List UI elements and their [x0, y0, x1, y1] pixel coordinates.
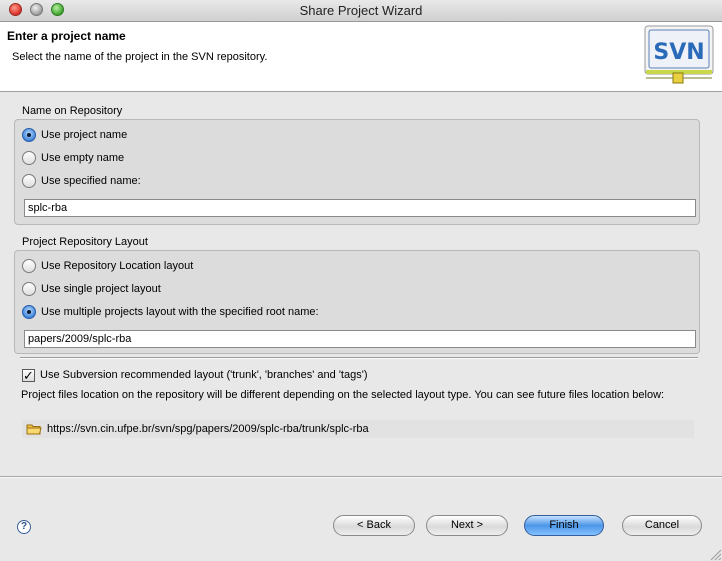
- location-path-text: https://svn.cin.ufpe.br/svn/spg/papers/2…: [47, 423, 369, 435]
- layout-separator: [20, 357, 698, 359]
- name-on-repository-label: Name on Repository: [22, 105, 123, 117]
- button-bar-separator: [0, 476, 722, 478]
- cancel-button[interactable]: Cancel: [622, 515, 702, 536]
- radio-button[interactable]: [22, 282, 36, 296]
- radio-button-selected[interactable]: [22, 305, 36, 319]
- radio-use-repository-location-layout[interactable]: Use Repository Location layout: [22, 258, 193, 274]
- radio-use-specified-name[interactable]: Use specified name:: [22, 173, 141, 189]
- svn-logo-icon: SVN: [644, 25, 714, 84]
- finish-button[interactable]: Finish: [524, 515, 604, 536]
- root-name-input[interactable]: [24, 330, 696, 348]
- project-repository-layout-label: Project Repository Layout: [22, 236, 148, 248]
- specified-name-input[interactable]: [24, 199, 696, 217]
- share-project-wizard-window: Share Project Wizard Enter a project nam…: [0, 0, 722, 561]
- window-title: Share Project Wizard: [299, 3, 423, 18]
- svn-logo-text: SVN: [653, 40, 704, 65]
- layout-info-text: Project files location on the repository…: [21, 389, 665, 401]
- checkbox-checked[interactable]: ✓: [22, 368, 35, 382]
- radio-label: Use project name: [41, 129, 128, 141]
- radio-label: Use Repository Location layout: [41, 260, 194, 272]
- page-title: Enter a project name: [7, 29, 126, 43]
- wizard-header-banner: Enter a project name Select the name of …: [0, 22, 722, 92]
- radio-use-project-name[interactable]: Use project name: [22, 127, 127, 143]
- radio-label: Use multiple projects layout with the sp…: [41, 306, 319, 318]
- radio-label: Use empty name: [41, 152, 125, 164]
- checkbox-label: Use Subversion recommended layout ('trun…: [40, 369, 368, 381]
- page-description: Select the name of the project in the SV…: [12, 51, 268, 63]
- radio-label: Use specified name:: [41, 175, 141, 187]
- radio-use-single-project-layout[interactable]: Use single project layout: [22, 281, 161, 297]
- next-button[interactable]: Next >: [426, 515, 508, 536]
- resize-grip-icon[interactable]: [708, 547, 722, 561]
- folder-icon: [26, 424, 42, 435]
- radio-button-selected[interactable]: [22, 128, 36, 142]
- checkbox-use-recommended-layout[interactable]: ✓ Use Subversion recommended layout ('tr…: [22, 367, 368, 383]
- radio-button[interactable]: [22, 259, 36, 273]
- radio-button[interactable]: [22, 151, 36, 165]
- back-button[interactable]: < Back: [333, 515, 415, 536]
- title-bar[interactable]: Share Project Wizard: [0, 0, 722, 22]
- radio-use-multiple-projects-layout[interactable]: Use multiple projects layout with the sp…: [22, 304, 319, 320]
- help-icon[interactable]: ?: [17, 520, 31, 534]
- radio-use-empty-name[interactable]: Use empty name: [22, 150, 124, 166]
- radio-button[interactable]: [22, 174, 36, 188]
- radio-label: Use single project layout: [41, 283, 161, 295]
- future-location-path: https://svn.cin.ufpe.br/svn/spg/papers/2…: [22, 420, 694, 438]
